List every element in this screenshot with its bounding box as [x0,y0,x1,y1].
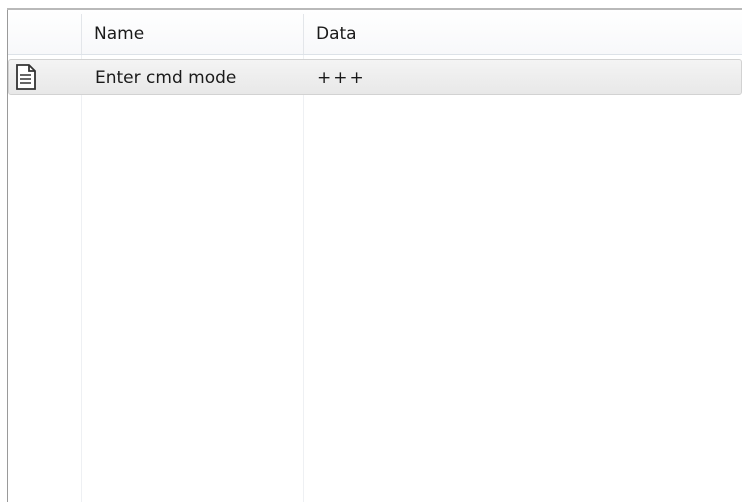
column-header-icon[interactable] [8,10,81,54]
document-icon [16,64,36,90]
command-list-panel: Name Data Enter cmd mode +++ [0,0,742,502]
column-divider [303,55,304,502]
list-header: Name Data [8,10,742,55]
column-header-name[interactable]: Name [81,10,303,54]
row-data: +++ [317,68,366,88]
column-divider [81,55,82,502]
column-header-data[interactable]: Data [303,10,742,54]
row-name: Enter cmd mode [95,68,237,88]
list-item[interactable]: Enter cmd mode +++ [8,59,742,95]
